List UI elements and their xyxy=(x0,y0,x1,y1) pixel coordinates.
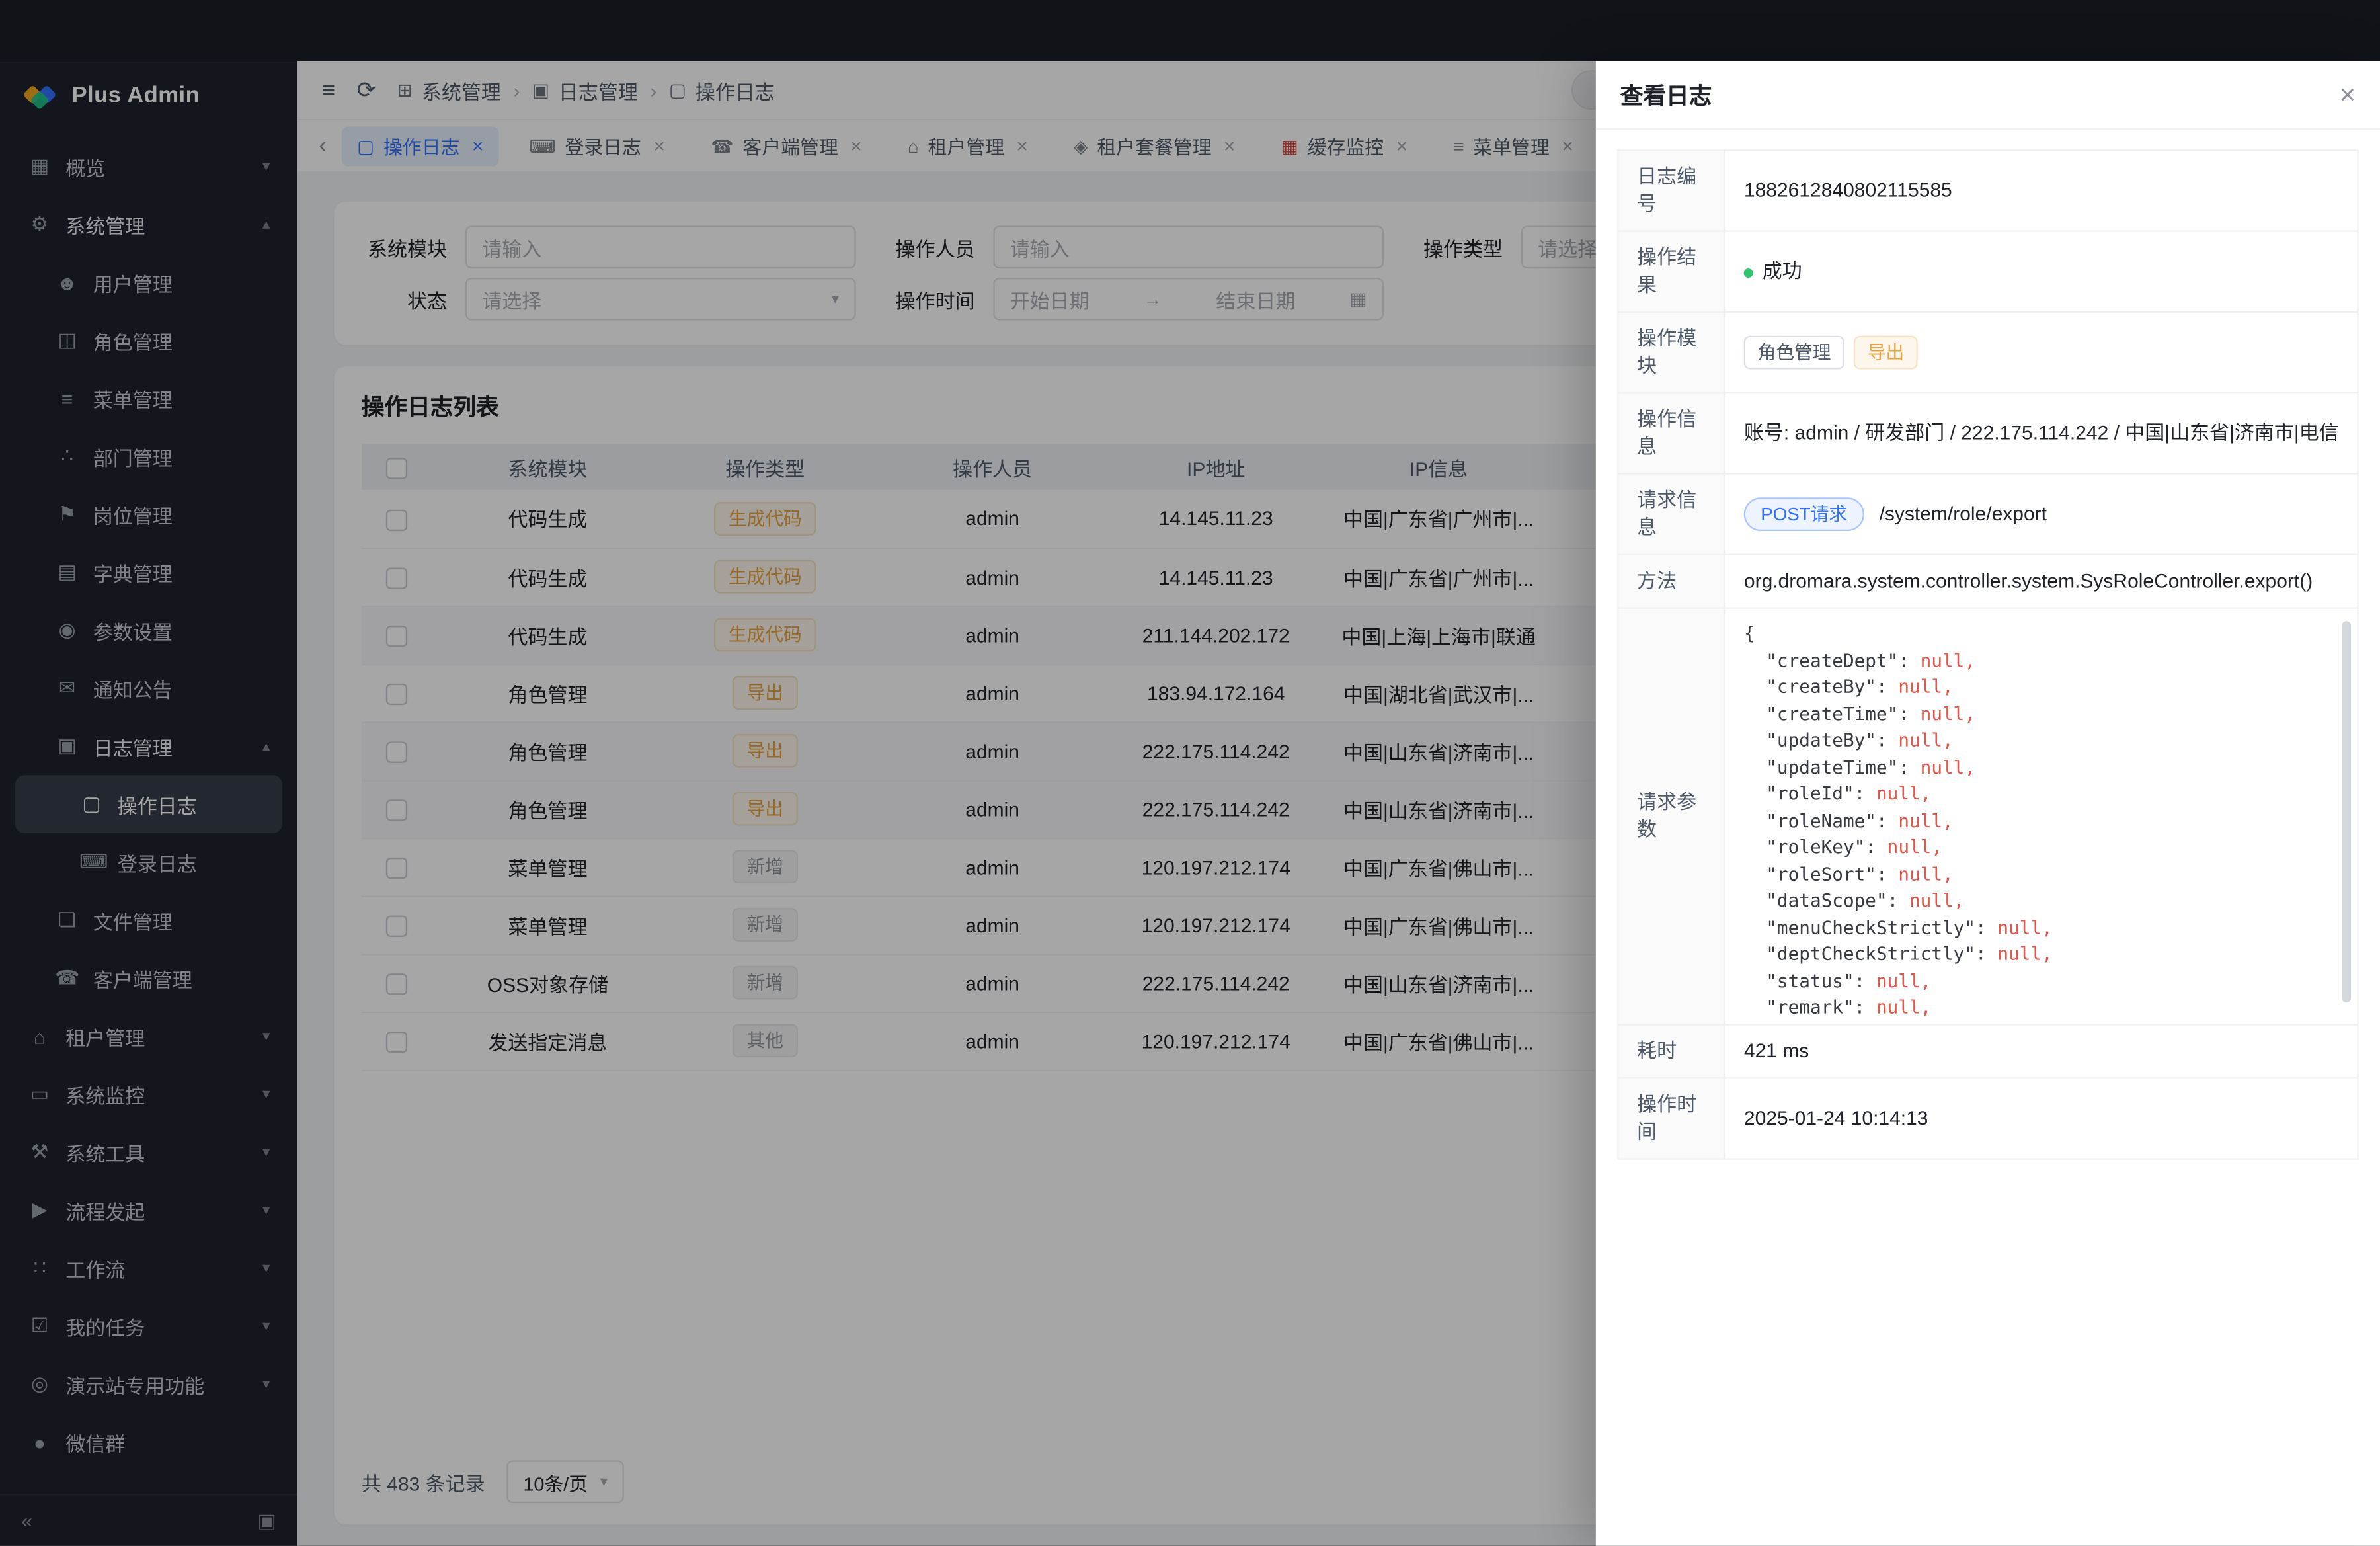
result-value: 成功 xyxy=(1763,259,1802,282)
label-duration: 耗时 xyxy=(1618,1025,1725,1078)
label-operation-time: 操作时间 xyxy=(1618,1078,1725,1159)
operation-info-value: 账号: admin / 研发部门 / 222.175.114.242 / 中国|… xyxy=(1725,393,2358,473)
json-line: "deptCheckStrictly": null, xyxy=(1744,942,2339,968)
scrollbar-thumb[interactable] xyxy=(2342,621,2351,1002)
label-request-info: 请求信息 xyxy=(1618,474,1725,555)
label-request-params: 请求参数 xyxy=(1618,608,1725,1025)
json-line: "roleName": null, xyxy=(1744,808,2339,834)
label-operation-info: 操作信息 xyxy=(1618,393,1725,473)
label-result: 操作结果 xyxy=(1618,231,1725,312)
json-line: "status": null, xyxy=(1744,968,2339,995)
operation-time-value: 2025-01-24 10:14:13 xyxy=(1725,1078,2358,1159)
label-method: 方法 xyxy=(1618,555,1725,608)
drawer-header: 查看日志 × xyxy=(1596,61,2380,130)
drawer-title: 查看日志 xyxy=(1620,79,1712,110)
log-id-value: 1882612840802115585 xyxy=(1725,150,2358,231)
json-line: "createDept": null, xyxy=(1744,648,2339,674)
request-method-tag: POST请求 xyxy=(1744,497,1864,531)
duration-value: 421 ms xyxy=(1725,1025,2358,1078)
json-line: "roleSort": null, xyxy=(1744,862,2339,888)
json-line: "remark": null, xyxy=(1744,995,2339,1022)
request-url-value: /system/role/export xyxy=(1880,502,2047,525)
json-line: "menuCheckStrictly": null, xyxy=(1744,915,2339,941)
json-line: "dataScope": null, xyxy=(1744,888,2339,915)
window-titlebar xyxy=(0,0,2380,61)
json-line: "updateBy": null, xyxy=(1744,728,2339,754)
view-log-drawer: 查看日志 × 日志编号 1882612840802115585 操作结果 成功 … xyxy=(1596,61,2380,1545)
viewport: Plus Admin ▦ 概览 ▾ ⚙ 系统管理 ▴ ☻ 用户管理 xyxy=(0,0,2380,1546)
json-line: "roleId": null, xyxy=(1744,782,2339,808)
method-value: org.dromara.system.controller.system.Sys… xyxy=(1725,555,2358,608)
label-module: 操作模块 xyxy=(1618,312,1725,393)
drawer-body: 日志编号 1882612840802115585 操作结果 成功 操作模块 角色… xyxy=(1596,130,2380,1546)
module-tag: 角色管理 xyxy=(1744,336,1844,370)
log-detail-table: 日志编号 1882612840802115585 操作结果 成功 操作模块 角色… xyxy=(1617,149,2359,1160)
json-line: "createTime": null, xyxy=(1744,701,2339,727)
json-line: "updateTime": null, xyxy=(1744,754,2339,781)
request-params-json[interactable]: { "createDept": null, "createBy": null, … xyxy=(1726,609,2357,1024)
json-line: "createBy": null, xyxy=(1744,674,2339,701)
drawer-close-button[interactable]: × xyxy=(2340,81,2356,108)
json-line: "roleKey": null, xyxy=(1744,834,2339,861)
success-dot-icon xyxy=(1744,268,1753,277)
label-log-id: 日志编号 xyxy=(1618,150,1725,231)
json-line: { xyxy=(1744,621,2339,647)
action-tag: 导出 xyxy=(1854,336,1918,370)
